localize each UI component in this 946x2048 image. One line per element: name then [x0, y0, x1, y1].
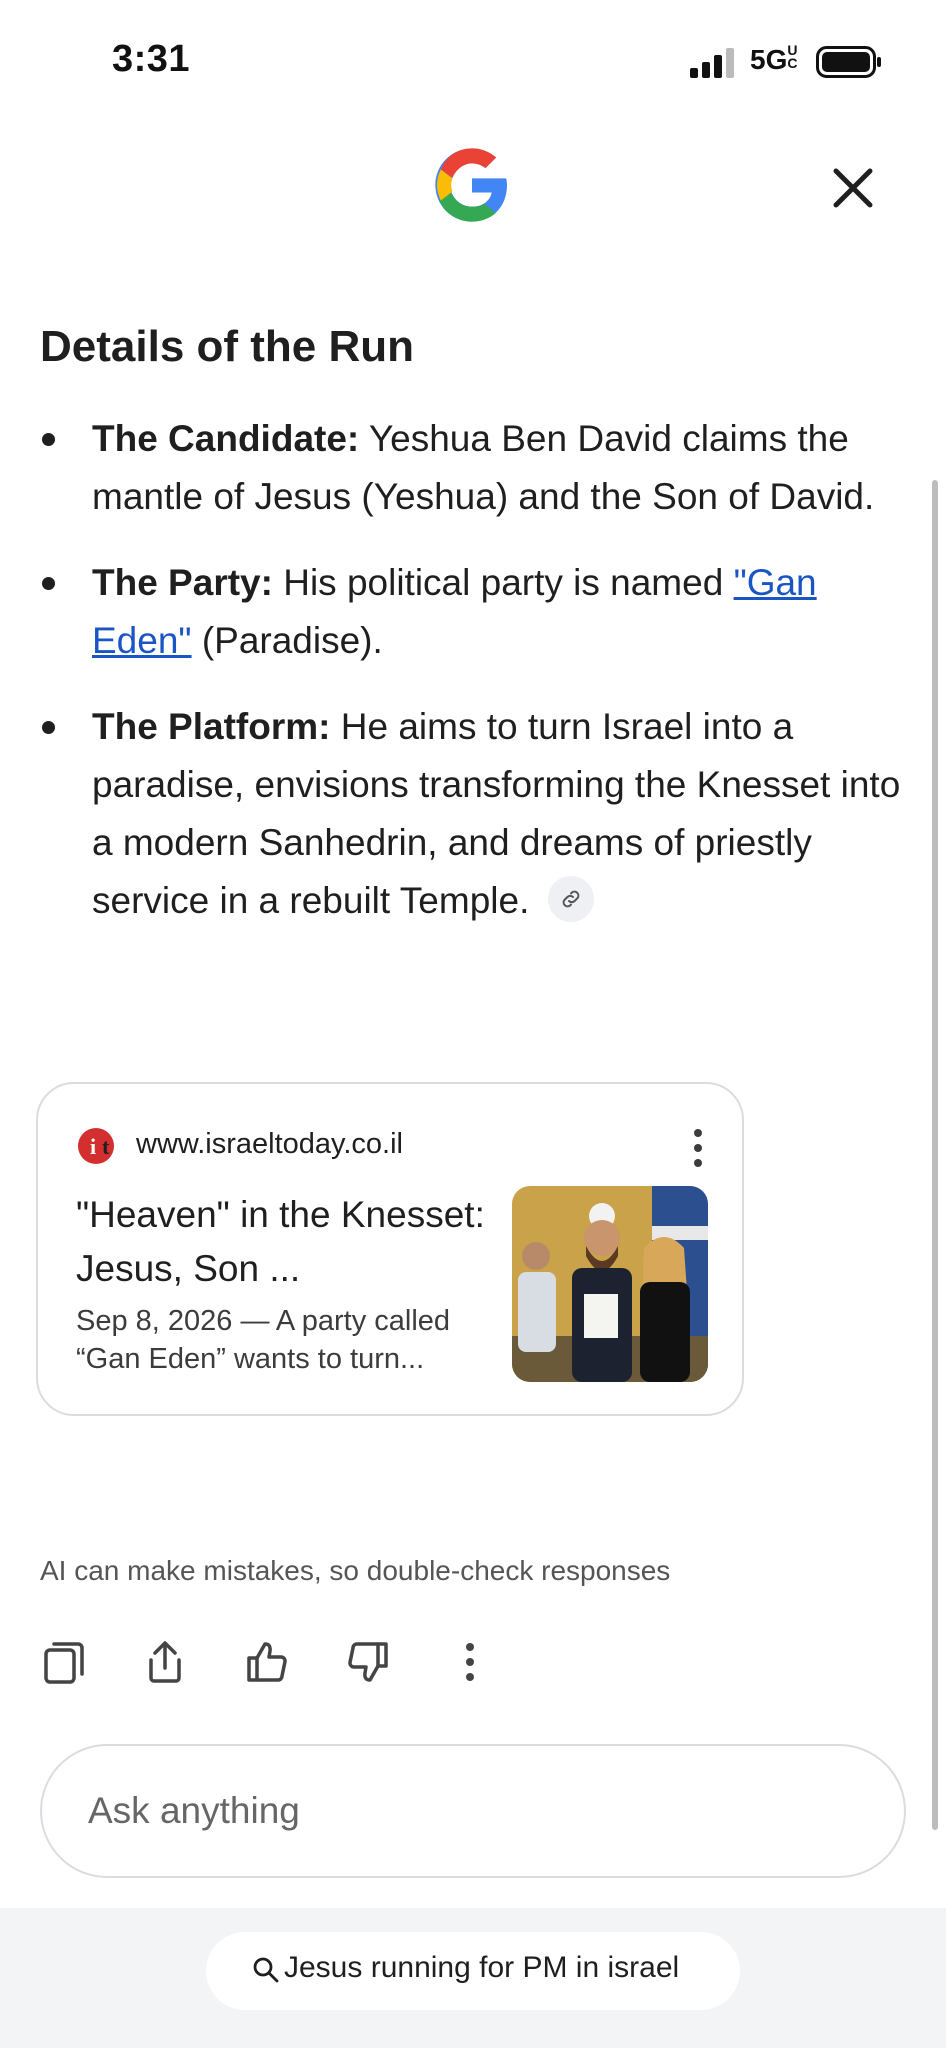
news-photo-thumbnail [512, 1186, 708, 1382]
share-icon[interactable] [141, 1638, 189, 1686]
bullet-text: His political party is named [272, 562, 734, 603]
close-icon[interactable] [828, 163, 878, 213]
copy-icon[interactable] [40, 1638, 88, 1686]
link-icon [562, 890, 579, 908]
signal-strength-icon [690, 48, 734, 78]
bullet-platform: The Platform: He aims to turn Israel int… [40, 698, 910, 930]
thumbs-down-icon[interactable] [344, 1638, 392, 1686]
search-query-chip[interactable]: Jesus running for PM in israel [206, 1932, 740, 2010]
search-query-text: Jesus running for PM in israel [284, 1951, 680, 1984]
thumbs-up-icon[interactable] [243, 1638, 291, 1686]
network-sup: UC [787, 42, 798, 71]
bullet-dot [42, 721, 55, 734]
bullet-label: The Party: [92, 562, 273, 603]
network-label: 5G [750, 44, 788, 75]
google-g-icon [435, 148, 507, 222]
site-favicon: i t [76, 1126, 120, 1166]
section-heading: Details of the Run [40, 322, 415, 371]
battery-icon [816, 46, 881, 78]
status-time: 3:31 [112, 38, 191, 80]
bullet-text: (Paradise). [191, 620, 383, 661]
bullet-label: The Candidate: [92, 418, 360, 459]
bullet-party: The Party: His political party is named … [40, 554, 910, 670]
source-domain: www.israeltoday.co.il [136, 1128, 404, 1160]
svg-text:t: t [102, 1134, 110, 1159]
bullet-list: The Candidate: Yeshua Ben David claims t… [40, 410, 910, 958]
ask-input[interactable]: Ask anything [40, 1744, 906, 1878]
source-thumbnail [512, 1186, 708, 1382]
bullet-dot [42, 577, 55, 590]
more-vert-icon[interactable] [446, 1638, 494, 1686]
scrollbar[interactable] [932, 480, 938, 1830]
citation-button[interactable] [547, 876, 594, 923]
ai-disclaimer: AI can make mistakes, so double-check re… [40, 1555, 671, 1586]
more-vert-icon[interactable] [690, 1126, 706, 1170]
bullet-label: The Platform: [92, 706, 331, 747]
israeltoday-logo-icon: i t [78, 1128, 114, 1164]
network-type: 5GUC [750, 42, 799, 76]
search-icon [253, 1957, 279, 1983]
bottom-bar: Jesus running for PM in israel [0, 1908, 946, 2048]
svg-text:i: i [90, 1134, 96, 1159]
bullet-candidate: The Candidate: Yeshua Ben David claims t… [40, 410, 910, 526]
source-card[interactable]: i t www.israeltoday.co.il "Heaven" in th… [36, 1082, 744, 1416]
bullet-dot [42, 433, 55, 446]
source-title[interactable]: "Heaven" in the Knesset: Jesus, Son ... [76, 1188, 496, 1296]
source-snippet: Sep 8, 2026 — A party called “Gan Eden” … [76, 1305, 451, 1375]
ask-placeholder: Ask anything [88, 1790, 300, 1831]
